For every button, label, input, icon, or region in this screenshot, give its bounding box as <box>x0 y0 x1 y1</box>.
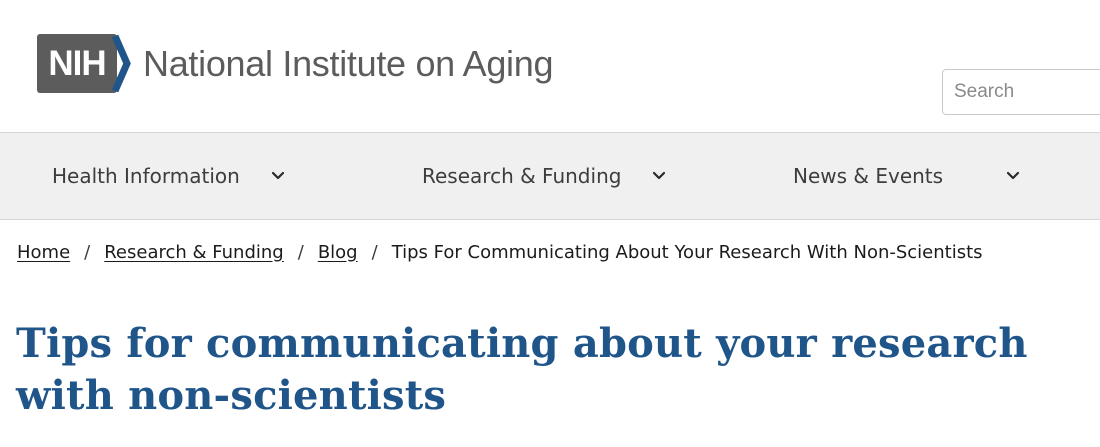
page-title: Tips for communicating about your resear… <box>16 320 1028 419</box>
search-input[interactable] <box>942 69 1100 115</box>
main-nav: Health Information Research & Funding Ne… <box>0 132 1100 220</box>
nav-item-label: News & Events <box>793 164 944 188</box>
chevron-down-icon[interactable] <box>270 168 286 184</box>
nih-badge-text: NIH <box>48 43 106 83</box>
breadcrumb-separator: / <box>297 241 304 263</box>
chevron-down-icon[interactable] <box>651 168 667 184</box>
org-name: National Institute on Aging <box>143 42 554 84</box>
chevron-down-icon[interactable] <box>1005 168 1021 184</box>
breadcrumb-current: Tips For Communicating About Your Resear… <box>391 241 983 263</box>
site-header: NIH National Institute on Aging <box>0 0 1100 132</box>
nia-logo-link[interactable]: NIH National Institute on Aging <box>37 34 554 93</box>
breadcrumb-link-research-funding[interactable]: Research & Funding <box>104 242 284 263</box>
nav-item-label: Research & Funding <box>422 164 622 188</box>
nih-logo-icon: NIH <box>37 34 131 93</box>
nav-item-news-events[interactable]: News & Events <box>793 133 1021 219</box>
breadcrumb-link-home[interactable]: Home <box>17 242 70 263</box>
breadcrumb-separator: / <box>371 241 378 263</box>
breadcrumb-link-blog[interactable]: Blog <box>318 242 358 263</box>
breadcrumb: Home / Research & Funding / Blog / Tips … <box>17 238 983 266</box>
nav-item-research-funding[interactable]: Research & Funding <box>422 133 667 219</box>
nav-item-health-information[interactable]: Health Information <box>52 133 286 219</box>
breadcrumb-separator: / <box>84 241 91 263</box>
nav-item-label: Health Information <box>52 164 240 188</box>
